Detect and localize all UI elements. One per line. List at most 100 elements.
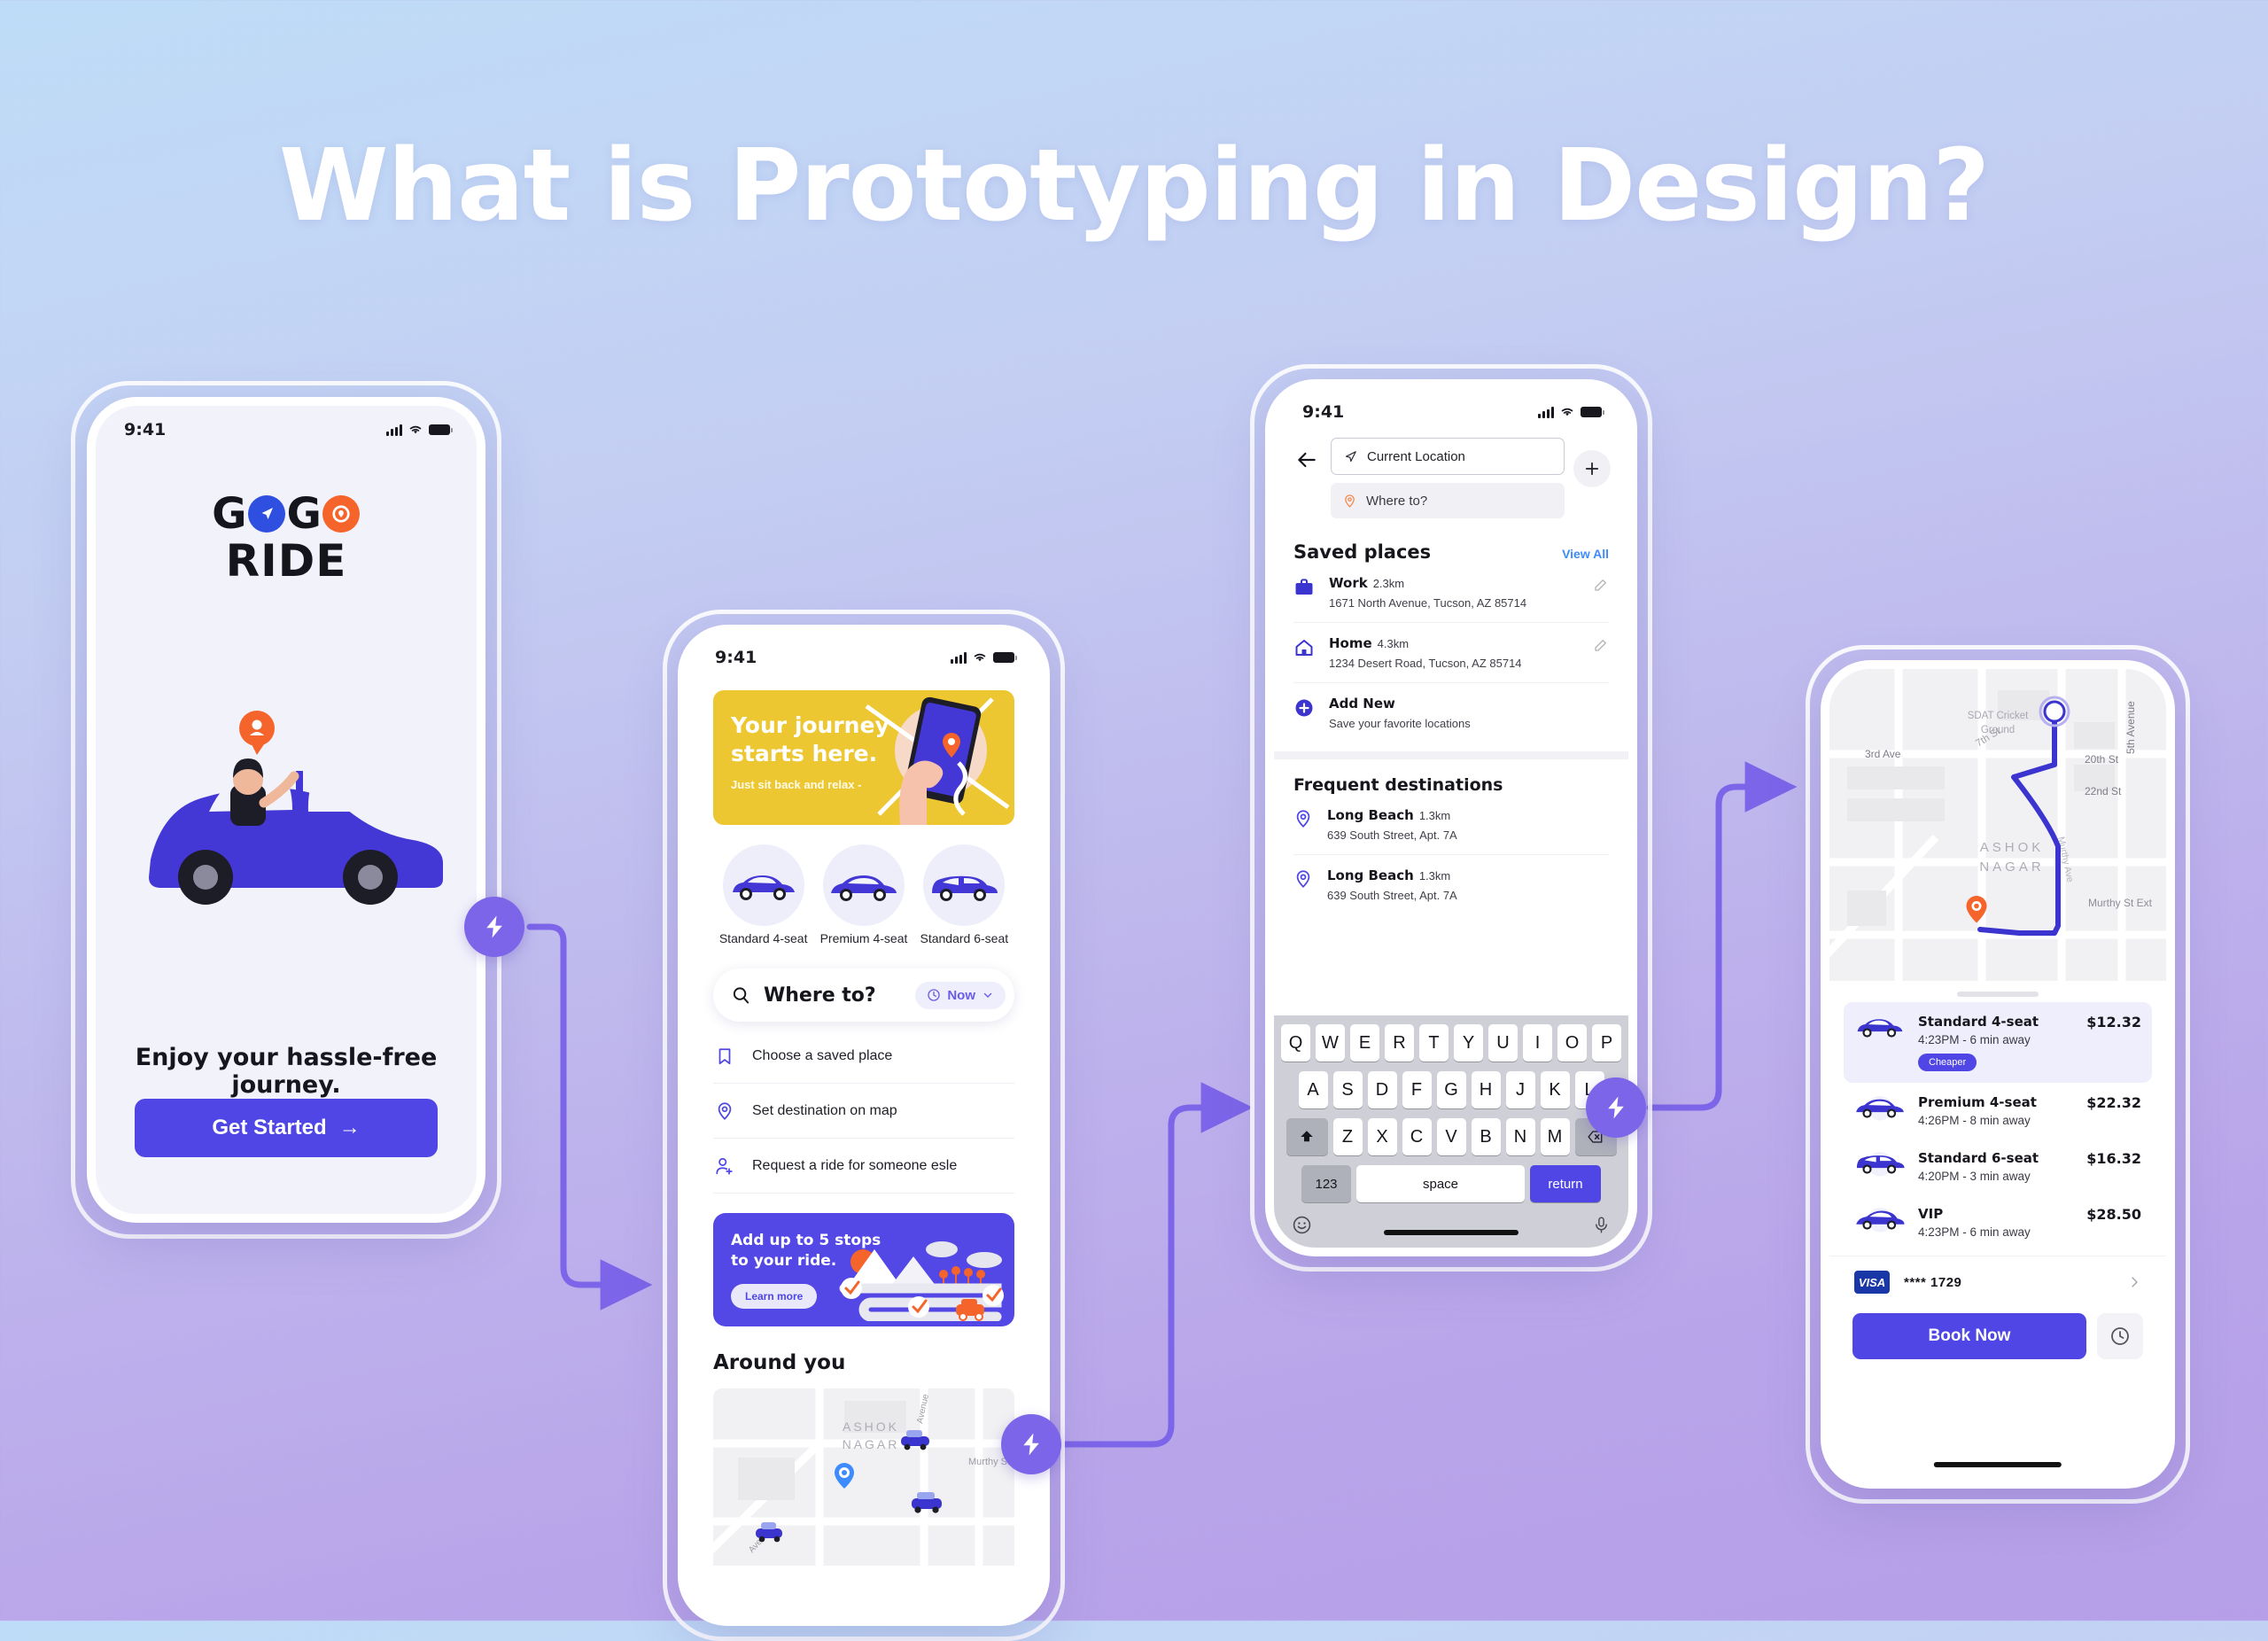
- person-add-icon: [716, 1157, 733, 1175]
- menu-item-label: Choose a saved place: [752, 1048, 893, 1063]
- key-x[interactable]: X: [1367, 1118, 1397, 1155]
- key-g[interactable]: G: [1436, 1071, 1466, 1108]
- menu-item-ride-for-someone[interactable]: Request a ride for someone esle: [713, 1139, 1014, 1194]
- map-street-label: 22nd St: [2085, 785, 2122, 797]
- frequent-destination-row[interactable]: Long Beach 1.3km 639 South Street, Apt. 7…: [1293, 855, 1609, 914]
- schedule-time-label: Now: [947, 987, 975, 1003]
- learn-more-button[interactable]: Learn more: [731, 1283, 818, 1309]
- place-distance: 2.3km: [1372, 577, 1405, 590]
- add-stop-button[interactable]: [1573, 450, 1611, 487]
- key-a[interactable]: A: [1298, 1071, 1328, 1108]
- status-time: 9:41: [715, 648, 757, 667]
- ride-badge: Cheaper: [1918, 1054, 1977, 1071]
- menu-item-saved-place[interactable]: Choose a saved place: [713, 1029, 1014, 1084]
- key-s[interactable]: S: [1332, 1071, 1363, 1108]
- saved-place-row[interactable]: Work 2.3km 1671 North Avenue, Tucson, AZ …: [1293, 563, 1609, 623]
- edit-icon[interactable]: [1593, 577, 1609, 593]
- microphone-icon[interactable]: [1592, 1216, 1611, 1234]
- emoji-icon[interactable]: [1292, 1215, 1312, 1235]
- ride-price: $22.32: [2086, 1094, 2141, 1111]
- payment-method-row[interactable]: VISA **** 1729: [1829, 1256, 2166, 1308]
- promo-banner-stops[interactable]: Add up to 5 stops to your ride. Learn mo…: [713, 1213, 1014, 1326]
- ride-name: VIP: [1918, 1206, 1944, 1222]
- key-n[interactable]: N: [1505, 1118, 1535, 1155]
- key-j[interactable]: J: [1505, 1071, 1535, 1108]
- key-e[interactable]: E: [1350, 1024, 1379, 1062]
- schedule-time-chip[interactable]: Now: [915, 981, 1006, 1009]
- key-m[interactable]: M: [1540, 1118, 1570, 1155]
- ride-price: $12.32: [2086, 1014, 2141, 1030]
- place-name: Long Beach: [1327, 807, 1414, 823]
- key-z[interactable]: Z: [1332, 1118, 1363, 1155]
- key-v[interactable]: V: [1436, 1118, 1466, 1155]
- key-h[interactable]: H: [1471, 1071, 1501, 1108]
- car-sedan-icon: [1856, 1095, 1904, 1121]
- place-address: 1234 Desert Road, Tucson, AZ 85714: [1329, 657, 1522, 670]
- ride-option-row[interactable]: Standard 6-seat 4:20PM - 3 min away $16.…: [1844, 1139, 2152, 1194]
- saved-place-row[interactable]: Home 4.3km 1234 Desert Road, Tucson, AZ 8…: [1293, 623, 1609, 683]
- keyboard-row-3: Z X C V B N M: [1279, 1118, 1623, 1155]
- origin-input[interactable]: Current Location: [1331, 438, 1565, 475]
- origin-value: Current Location: [1367, 448, 1465, 464]
- menu-item-set-on-map[interactable]: Set destination on map: [713, 1084, 1014, 1139]
- card-number: **** 1729: [1904, 1274, 1962, 1290]
- logo-letter-g2: G: [286, 489, 322, 539]
- place-name: Home: [1329, 635, 1372, 651]
- book-now-button[interactable]: Book Now: [1852, 1313, 2086, 1359]
- destination-input[interactable]: Where to?: [1331, 483, 1565, 518]
- promo-banner-journey[interactable]: Your journey starts here. Just sit back …: [713, 690, 1014, 825]
- ride-option-row[interactable]: Standard 4-seat 4:23PM - 6 min away Chea…: [1844, 1002, 2152, 1083]
- destination-placeholder: Where to?: [1366, 493, 1428, 509]
- key-w[interactable]: W: [1316, 1024, 1345, 1062]
- key-p[interactable]: P: [1592, 1024, 1621, 1062]
- key-d[interactable]: D: [1367, 1071, 1397, 1108]
- vehicle-option-standard4[interactable]: Standard 4-seat: [713, 844, 813, 945]
- key-q[interactable]: Q: [1281, 1024, 1310, 1062]
- phone-screen-ride-selection: SDAT Cricket Ground 7th St 3rd Ave 20th …: [1821, 660, 2175, 1489]
- back-button[interactable]: [1292, 445, 1322, 475]
- battery-icon: [429, 424, 453, 435]
- get-started-button[interactable]: Get Started →: [135, 1099, 438, 1157]
- wifi-icon: [1561, 408, 1573, 416]
- key-r[interactable]: R: [1385, 1024, 1414, 1062]
- lightning-bolt-icon: [486, 915, 502, 938]
- ride-name: Standard 4-seat: [1918, 1014, 2039, 1030]
- logo-location-pin-icon: [322, 495, 360, 533]
- route-map[interactable]: SDAT Cricket Ground 7th St 3rd Ave 20th …: [1829, 669, 2166, 981]
- car-sedan-icon: [830, 875, 897, 901]
- plus-circle-icon: [1295, 699, 1313, 717]
- key-numbers[interactable]: 123: [1301, 1165, 1351, 1202]
- frequent-destination-row[interactable]: Long Beach 1.3km 639 South Street, Apt. 7…: [1293, 795, 1609, 855]
- key-o[interactable]: O: [1557, 1024, 1587, 1062]
- key-space[interactable]: space: [1356, 1165, 1525, 1202]
- key-t[interactable]: T: [1419, 1024, 1449, 1062]
- key-c[interactable]: C: [1402, 1118, 1432, 1155]
- map-street-label: 3rd Ave: [1865, 748, 1901, 760]
- key-b[interactable]: B: [1471, 1118, 1501, 1155]
- key-k[interactable]: K: [1540, 1071, 1570, 1108]
- car-van-icon: [932, 875, 998, 901]
- schedule-ride-button[interactable]: [2097, 1313, 2143, 1359]
- key-u[interactable]: U: [1488, 1024, 1518, 1062]
- view-all-link[interactable]: View All: [1562, 547, 1609, 561]
- vehicle-option-premium4[interactable]: Premium 4-seat: [813, 844, 913, 945]
- vehicle-option-standard6[interactable]: Standard 6-seat: [914, 844, 1014, 945]
- onscreen-keyboard[interactable]: Q W E R T Y U I O P A S D F G H J K L Z …: [1274, 1015, 1628, 1248]
- place-distance: 4.3km: [1377, 637, 1410, 650]
- place-distance: 1.3km: [1418, 809, 1451, 822]
- map-street-label: Murthy St Ext: [2088, 897, 2153, 909]
- nearby-map[interactable]: ASHOK NAGAR Murthy St Ext Avenue Avenue: [713, 1388, 1014, 1566]
- add-new-place-row[interactable]: Add New Save your favorite locations: [1293, 683, 1609, 743]
- where-to-search-bar[interactable]: Where to? Now: [713, 968, 1014, 1022]
- bookmark-icon: [718, 1048, 731, 1065]
- ride-option-row[interactable]: Premium 4-seat 4:26PM - 8 min away $22.3…: [1844, 1083, 2152, 1139]
- key-y[interactable]: Y: [1454, 1024, 1483, 1062]
- ride-price: $28.50: [2086, 1206, 2141, 1223]
- key-return[interactable]: return: [1530, 1165, 1601, 1202]
- ride-option-row[interactable]: VIP 4:23PM - 6 min away $28.50: [1844, 1194, 2152, 1250]
- edit-icon[interactable]: [1593, 637, 1609, 653]
- key-i[interactable]: I: [1523, 1024, 1552, 1062]
- status-time: 9:41: [1302, 402, 1345, 422]
- key-f[interactable]: F: [1402, 1071, 1432, 1108]
- key-shift[interactable]: [1285, 1118, 1328, 1155]
